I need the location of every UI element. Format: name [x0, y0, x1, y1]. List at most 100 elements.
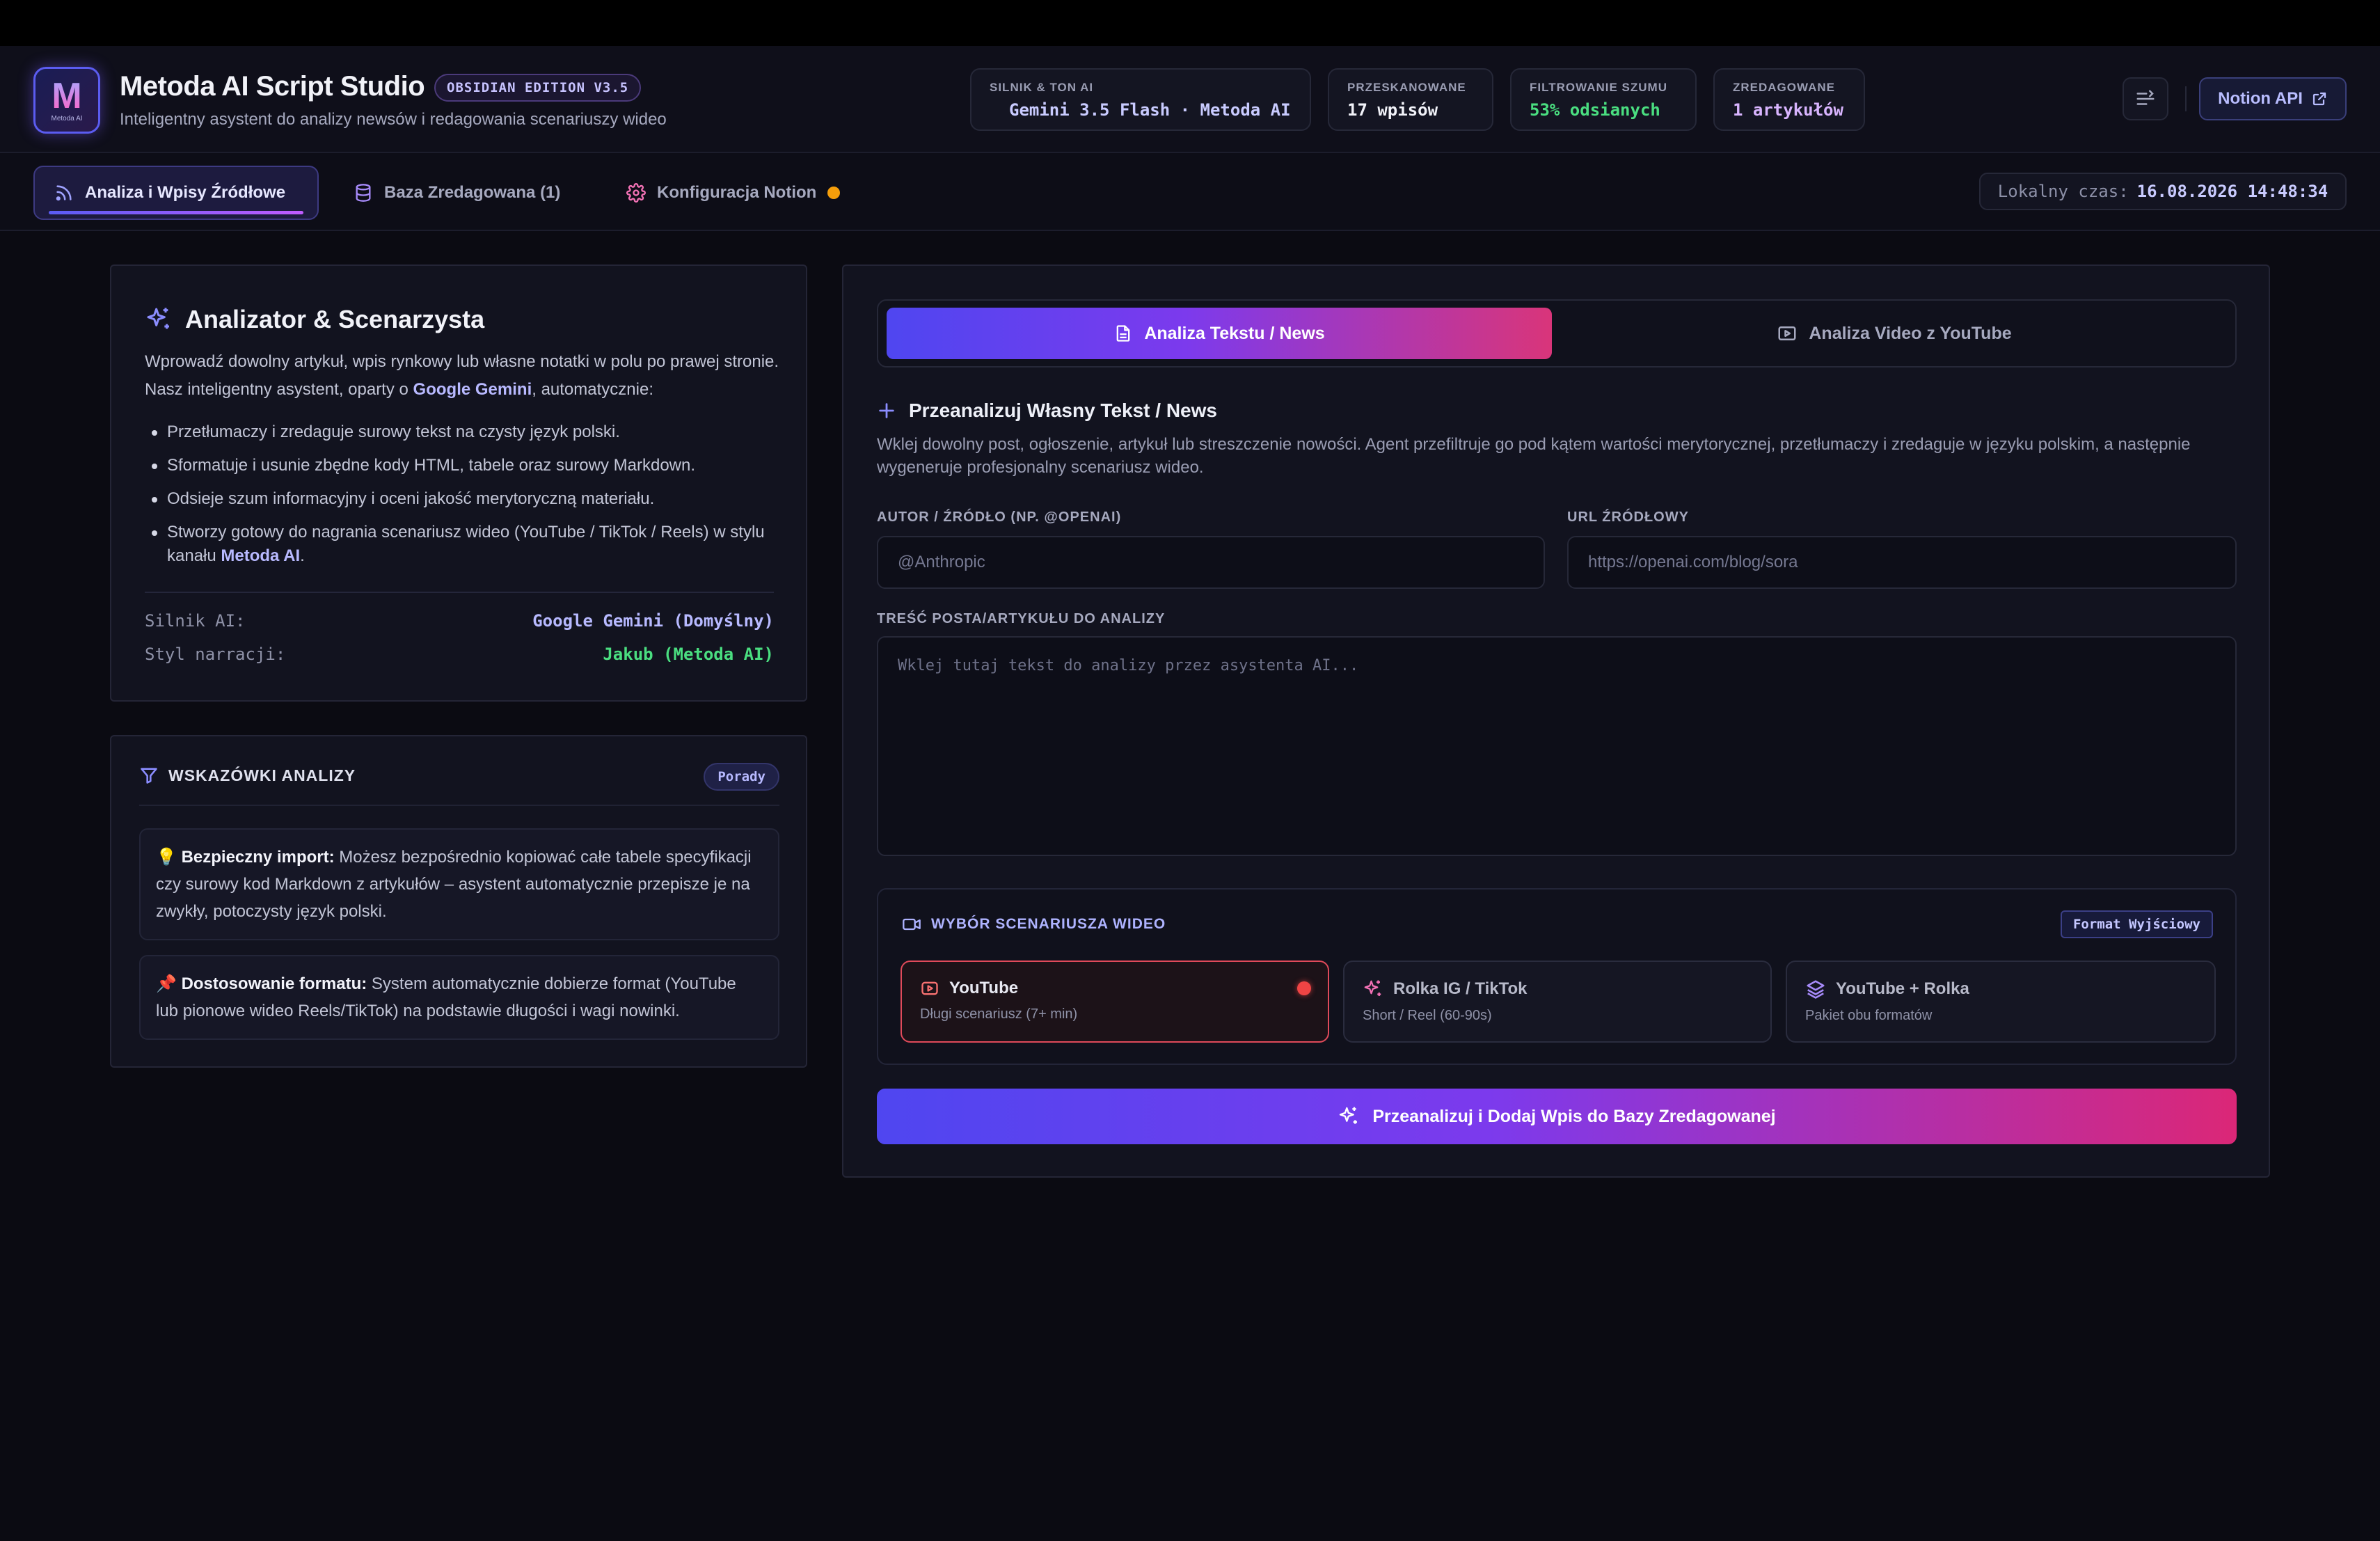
script-format-selector: WYBÓR SCENARIUSZA WIDEO Format Wyjściowy… [877, 888, 2237, 1065]
clock-label: Lokalny czas: [1997, 182, 2129, 201]
document-icon [1116, 325, 1130, 342]
script-format-header: WYBÓR SCENARIUSZA WIDEO [902, 915, 1166, 934]
video-camera-icon [903, 918, 921, 931]
narration-style-row: Styl narracji: Jakub (Metoda AI) [145, 645, 774, 664]
list-item: Odsieje szum informacyjny i oceni jakość… [145, 487, 785, 511]
video-play-icon [1778, 326, 1796, 340]
tab-edited-database[interactable]: Baza Zredagowana (1) [334, 166, 580, 220]
cta-label: Przeanalizuj i Dodaj Wpis do Bazy Zredag… [1372, 1106, 1776, 1126]
divider [139, 805, 779, 806]
tips-header: WSKAZÓWKI ANALIZY [139, 766, 356, 785]
tip-heading: Bezpieczny import: [181, 848, 335, 867]
edition-badge: OBSIDIAN EDITION V3.5 [434, 74, 642, 102]
stat-noise-filter: FILTROWANIE SZUMU 53% odsianych [1510, 68, 1697, 131]
mode-label: Analiza Video z YouTube [1809, 323, 2012, 343]
analyze-and-add-button[interactable]: Przeanalizuj i Dodaj Wpis do Bazy Zredag… [877, 1089, 2237, 1144]
output-format-badge: Format Wyjściowy [2060, 910, 2213, 938]
external-link-icon [2312, 92, 2326, 106]
capabilities-list: Przetłumaczy i zredaguje surowy tekst na… [145, 420, 785, 578]
app-logo: M Metoda AI [33, 67, 100, 134]
divider [145, 592, 774, 593]
analyzer-title: Analizator & Scenarzysta [145, 305, 484, 334]
engine-value: Google Gemini (Domyślny) [532, 611, 774, 631]
author-label: AUTOR / ŹRÓDŁO (NP. @OPENAI) [877, 509, 1122, 525]
stat-value: 53% odsianych [1530, 100, 1660, 120]
format-description: Długi scenariusz (7+ min) [920, 1006, 1078, 1022]
format-description: Short / Reel (60-90s) [1363, 1008, 1492, 1023]
list-item-highlight: Metoda AI [221, 546, 301, 565]
tab-analysis[interactable]: Analiza i Wpisy Źródłowe [33, 166, 319, 220]
author-source-input[interactable] [877, 536, 1545, 589]
analysis-form-panel: Analiza Tekstu / News Analiza Video z Yo… [842, 264, 2270, 1178]
format-option-youtube[interactable]: YouTube Długi scenariusz (7+ min) [901, 961, 1329, 1043]
app-subtitle: Inteligentny asystent do analizy newsów … [120, 110, 667, 129]
notion-api-label: Notion API [2218, 89, 2303, 108]
analyzer-description: Wprowadź dowolny artykuł, wpis rynkowy l… [145, 348, 785, 404]
source-url-input[interactable] [1567, 536, 2237, 589]
stat-value: Gemini 3.5 Flash · Metoda AI [1009, 100, 1291, 120]
format-option-reel-tiktok[interactable]: Rolka IG / TikTok Short / Reel (60-90s) [1343, 961, 1772, 1043]
stat-label: ZREDAGOWANE [1733, 81, 1835, 94]
analysis-tips-panel: WSKAZÓWKI ANALIZY Porady 💡 Bezpieczny im… [110, 735, 807, 1068]
form-title: Przeanalizuj Własny Tekst / News [877, 400, 1217, 422]
tip-card: 📌 Dostosowanie formatu: System automatyc… [139, 955, 779, 1040]
format-description: Pakiet obu formatów [1805, 1008, 1933, 1023]
format-option-youtube-plus-reel[interactable]: YouTube + Rolka Pakiet obu formatów [1786, 961, 2216, 1043]
mode-switch: Analiza Tekstu / News Analiza Video z Yo… [877, 299, 2237, 368]
warning-indicator [827, 187, 841, 199]
header-divider [2185, 86, 2187, 111]
database-icon [356, 184, 371, 202]
mode-text-news-button[interactable]: Analiza Tekstu / News [887, 308, 1552, 359]
youtube-icon [921, 981, 938, 995]
notion-api-button[interactable]: Notion API [2199, 77, 2347, 120]
sparkles-icon [1340, 1107, 1358, 1124]
list-item: Przetłumaczy i zredaguje surowy tekst na… [145, 420, 785, 444]
toggle-panel-button[interactable] [2123, 77, 2168, 120]
mode-youtube-video-button[interactable]: Analiza Video z YouTube [1559, 308, 2230, 359]
tip-card: 💡 Bezpieczny import: Możesz bezpośrednio… [139, 828, 779, 940]
style-label: Styl narracji: [145, 645, 286, 664]
gear-icon [626, 183, 646, 203]
engine-label: Silnik AI: [145, 611, 246, 631]
analyzer-info-panel: Analizator & Scenarzysta Wprowadź dowoln… [110, 264, 807, 702]
logo-caption: Metoda AI [51, 114, 83, 123]
main-nav: Analiza i Wpisy Źródłowe Baza Zredagowan… [0, 153, 2380, 231]
window-top-strip [0, 0, 2380, 46]
format-name-text: Rolka IG / TikTok [1393, 979, 1528, 998]
tab-label: Baza Zredagowana (1) [384, 183, 561, 202]
source-url-label: URL ŹRÓDŁOWY [1567, 509, 1689, 525]
style-value: Jakub (Metoda AI) [603, 645, 774, 664]
rss-icon [56, 185, 72, 201]
sparkles-icon [147, 308, 169, 329]
sparkles-icon [1364, 980, 1381, 996]
format-name-text: YouTube + Rolka [1836, 979, 1969, 998]
list-item: Sformatuje i usunie zbędne kody HTML, ta… [145, 454, 785, 477]
format-name: YouTube [920, 979, 1310, 998]
plus-icon [879, 403, 894, 418]
filter-icon [141, 768, 157, 784]
format-name: YouTube + Rolka [1805, 979, 2196, 999]
clock-value: 16.08.2026 14:48:34 [2136, 182, 2329, 201]
list-item: Stworzy gotowy do nagrania scenariusz wi… [145, 521, 785, 568]
logo-letter: M [51, 75, 82, 116]
local-clock: Lokalny czas: 16.08.2026 14:48:34 [1979, 173, 2347, 210]
stat-scanned: PRZESKANOWANE 17 wpisów [1328, 68, 1493, 131]
tips-title: WSKAZÓWKI ANALIZY [168, 766, 356, 784]
stat-label: FILTROWANIE SZUMU [1530, 81, 1667, 94]
stat-label: PRZESKANOWANE [1347, 81, 1466, 94]
list-item-text: . [300, 546, 305, 565]
stat-edited: ZREDAGOWANE 1 artykułów [1713, 68, 1865, 131]
tab-notion-config[interactable]: Konfiguracja Notion [607, 166, 859, 220]
pin-icon: 📌 [156, 974, 177, 993]
content-textarea[interactable] [877, 636, 2237, 856]
format-name-text: YouTube [949, 979, 1019, 997]
layers-icon [1807, 980, 1825, 999]
lightbulb-icon: 💡 [156, 848, 177, 867]
stat-engine: SILNIK & TON AI Gemini 3.5 Flash · Metod… [970, 68, 1311, 131]
tip-heading: Dostosowanie formatu: [181, 974, 367, 993]
stat-value: 1 artykułów [1733, 100, 1843, 120]
form-title-text: Przeanalizuj Własny Tekst / News [909, 400, 1217, 421]
stat-label: SILNIK & TON AI [990, 81, 1094, 94]
tab-label: Analiza i Wpisy Źródłowe [85, 183, 286, 202]
form-description: Wklej dowolny post, ogłoszenie, artykuł … [877, 435, 2191, 477]
